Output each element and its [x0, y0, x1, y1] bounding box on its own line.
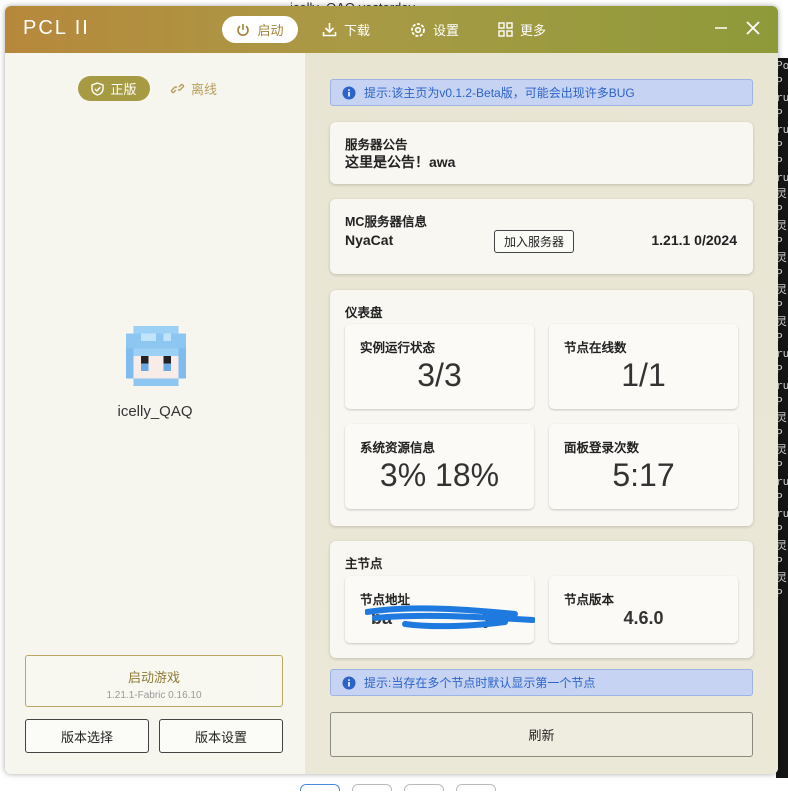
instance-status-label: 实例运行状态	[360, 341, 436, 355]
minimize-button[interactable]	[711, 18, 731, 38]
launch-game-label: 启动游戏	[127, 670, 180, 685]
node-address-tile: 节点地址 ba yz	[345, 576, 535, 643]
title-bar[interactable]: PCL II 启动 下载 设置 更多	[5, 6, 778, 53]
grid-icon	[498, 22, 513, 37]
version-settings-button[interactable]: 版本设置	[159, 719, 283, 753]
launch-game-version: 1.21.1-Fabric 0.16.10	[106, 690, 202, 701]
instance-status-value: 3/3	[417, 357, 462, 393]
official-account-toggle[interactable]: 正版	[78, 76, 150, 101]
node-version-label: 节点版本	[564, 593, 615, 607]
system-resources-tile: 系统资源信息 3% 18%	[345, 424, 534, 509]
main-node-title: 主节点	[345, 557, 383, 571]
server-name: NyaCat	[345, 232, 394, 248]
version-select-button[interactable]: 版本选择	[25, 719, 149, 753]
background-tabs	[300, 778, 540, 791]
nodes-online-tile: 节点在线数 1/1	[549, 324, 738, 409]
player-avatar	[126, 326, 186, 386]
nav-settings-tab[interactable]: 设置	[410, 16, 459, 43]
redaction-scribble	[365, 605, 535, 630]
beta-hint-text: 提示:该主页为v0.1.2-Beta版，可能会出现许多BUG	[364, 86, 635, 100]
server-status: 1.21.1 0/2024	[651, 232, 737, 248]
nav-download-label: 下载	[344, 23, 371, 38]
app-title: PCL II	[23, 17, 90, 39]
launch-game-button[interactable]: 启动游戏 1.21.1-Fabric 0.16.10	[25, 655, 283, 707]
official-label: 正版	[110, 82, 137, 97]
dashboard-card: 仪表盘 实例运行状态 3/3 节点在线数 1/1 系统资源信息 3% 18% 面…	[330, 290, 753, 526]
nav-more-label: 更多	[520, 23, 547, 38]
mc-server-title: MC服务器信息	[345, 215, 427, 229]
multi-node-hint-text: 提示:当存在多个节点时默认显示第一个节点	[364, 676, 596, 690]
nav-more-tab[interactable]: 更多	[498, 16, 546, 43]
download-icon	[322, 22, 337, 37]
main-node-card: 主节点 节点地址 ba yz 节点版本 4.6.0	[330, 541, 753, 658]
nav-download-tab[interactable]: 下载	[322, 16, 370, 43]
home-page-panel: 提示:该主页为v0.1.2-Beta版，可能会出现许多BUG 服务器公告 这里是…	[305, 53, 778, 774]
player-username: icelly_QAQ	[117, 403, 193, 420]
info-icon	[342, 676, 356, 690]
nodes-online-label: 节点在线数	[564, 341, 627, 355]
multi-node-hint-bar: 提示:当存在多个节点时默认显示第一个节点	[330, 669, 753, 696]
refresh-button[interactable]: 刷新	[330, 712, 753, 757]
offline-label: 离线	[191, 82, 218, 97]
instance-status-tile: 实例运行状态 3/3	[345, 324, 534, 409]
server-notice-text: 这里是公告！awa	[345, 154, 456, 170]
power-icon	[236, 23, 250, 37]
system-resources-value: 3% 18%	[379, 457, 500, 493]
close-button[interactable]	[743, 18, 763, 38]
node-version-tile: 节点版本 4.6.0	[549, 576, 738, 643]
left-panel: 正版 离线 icelly_QAQ 启动游戏 1.21.1-Fabric 0.16…	[5, 53, 305, 774]
nav-settings-label: 设置	[433, 23, 460, 38]
offline-account-toggle[interactable]: 离线	[170, 76, 217, 101]
link-icon	[170, 81, 185, 96]
panel-logins-value: 5:17	[612, 457, 675, 493]
shield-check-icon	[91, 81, 105, 96]
join-server-button[interactable]: 加入服务器	[494, 230, 574, 253]
nav-launch-label: 启动	[257, 23, 284, 38]
server-notice-title: 服务器公告	[345, 138, 408, 152]
nodes-online-value: 1/1	[621, 357, 666, 393]
gear-icon	[410, 22, 426, 38]
minimize-icon	[715, 27, 727, 29]
mc-server-card: MC服务器信息 NyaCat 加入服务器 1.21.1 0/2024	[330, 199, 753, 274]
info-icon	[342, 86, 356, 100]
node-version-value: 4.6.0	[623, 608, 664, 628]
launcher-window: PCL II 启动 下载 设置 更多 正版 离线 icelly_QAQ 启动游戏…	[5, 6, 778, 774]
panel-logins-label: 面板登录次数	[564, 441, 640, 455]
system-resources-label: 系统资源信息	[360, 441, 436, 455]
beta-hint-bar: 提示:该主页为v0.1.2-Beta版，可能会出现许多BUG	[330, 79, 753, 106]
nav-launch-tab[interactable]: 启动	[222, 16, 298, 43]
server-notice-card: 服务器公告 这里是公告！awa	[330, 122, 753, 184]
dashboard-title: 仪表盘	[345, 306, 383, 320]
close-icon	[746, 21, 760, 35]
panel-logins-tile: 面板登录次数 5:17	[549, 424, 738, 509]
